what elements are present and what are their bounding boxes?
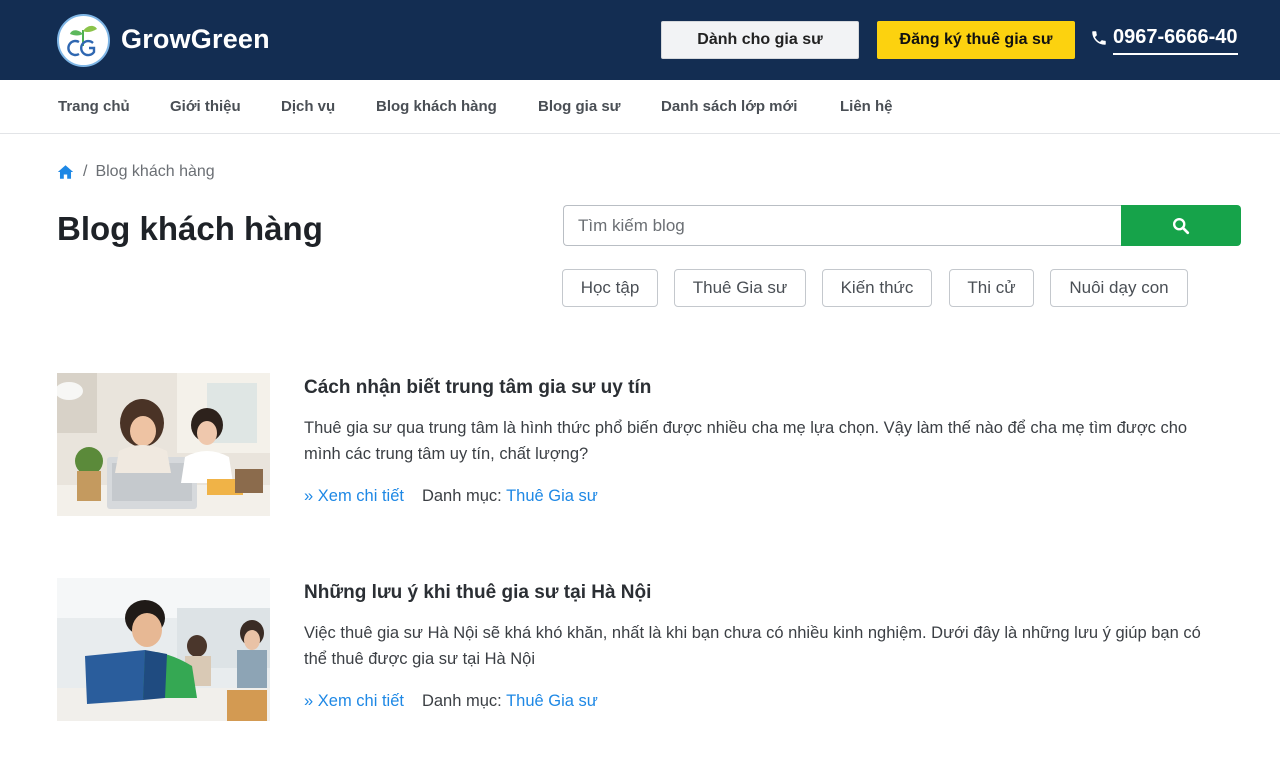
phone-link[interactable]: 0967-6666-40 — [1090, 26, 1238, 58]
post-excerpt: Thuê gia sư qua trung tâm là hình thức p… — [304, 419, 1188, 463]
post-meta: » Xem chi tiết Danh mục: Thuê Gia sư — [304, 692, 598, 711]
phone-icon — [1092, 31, 1106, 45]
post-thumbnail-student-reading[interactable] — [57, 578, 270, 721]
tag-nuoi-day-con[interactable]: Nuôi dạy con — [1050, 269, 1188, 307]
search-icon — [1172, 217, 1190, 234]
for-tutors-button[interactable]: Dành cho gia sư — [661, 21, 859, 59]
nav-item-customer-blog[interactable]: Blog khách hàng — [376, 98, 497, 115]
category-label: Danh mục: — [421, 692, 502, 710]
tag-kien-thuc[interactable]: Kiến thức — [822, 269, 932, 307]
category-link[interactable]: Thuê Gia sư — [506, 487, 598, 505]
nav-item-new-classes[interactable]: Danh sách lớp mới — [661, 98, 797, 115]
post-title[interactable]: Cách nhận biết trung tâm gia sư uy tín — [304, 377, 651, 399]
read-more-link[interactable]: » Xem chi tiết — [304, 692, 404, 710]
page-title: Blog khách hàng — [57, 210, 323, 247]
top-header: GrowGreen Dành cho gia sư Đăng ký thuê g… — [0, 0, 1280, 80]
nav-item-services[interactable]: Dịch vụ — [281, 98, 335, 115]
nav-item-about[interactable]: Giới thiệu — [170, 98, 241, 115]
phone-number: 0967-6666-40 — [1113, 26, 1238, 55]
brand-name[interactable]: GrowGreen — [121, 24, 270, 55]
breadcrumb: / Blog khách hàng — [57, 162, 215, 182]
category-link[interactable]: Thuê Gia sư — [506, 692, 598, 710]
post-excerpt: Việc thuê gia sư Hà Nội sẽ khá khó khăn,… — [304, 624, 1201, 668]
growgreen-logo-icon[interactable] — [57, 14, 110, 67]
tag-hoc-tap[interactable]: Học tập — [562, 269, 658, 307]
post-title[interactable]: Những lưu ý khi thuê gia sư tại Hà Nội — [304, 582, 651, 604]
tag-thue-gia-su[interactable]: Thuê Gia sư — [674, 269, 806, 307]
register-hire-tutor-button[interactable]: Đăng ký thuê gia sư — [877, 21, 1075, 59]
nav-item-contact[interactable]: Liên hệ — [840, 98, 893, 115]
home-icon[interactable] — [57, 164, 74, 180]
search-input[interactable] — [563, 205, 1123, 246]
breadcrumb-current: Blog khách hàng — [95, 163, 215, 180]
tag-thi-cu[interactable]: Thi cử — [949, 269, 1034, 307]
breadcrumb-separator: / — [83, 163, 88, 180]
post-thumbnail-mother-daughter[interactable] — [57, 373, 270, 516]
search-button[interactable] — [1121, 205, 1241, 246]
read-more-link[interactable]: » Xem chi tiết — [304, 487, 404, 505]
nav-item-home[interactable]: Trang chủ — [58, 98, 130, 115]
nav-item-tutor-blog[interactable]: Blog gia sư — [538, 98, 621, 115]
post-meta: » Xem chi tiết Danh mục: Thuê Gia sư — [304, 487, 598, 506]
main-nav: Trang chủ Giới thiệu Dịch vụ Blog khách … — [0, 80, 1280, 134]
category-label: Danh mục: — [421, 487, 502, 505]
